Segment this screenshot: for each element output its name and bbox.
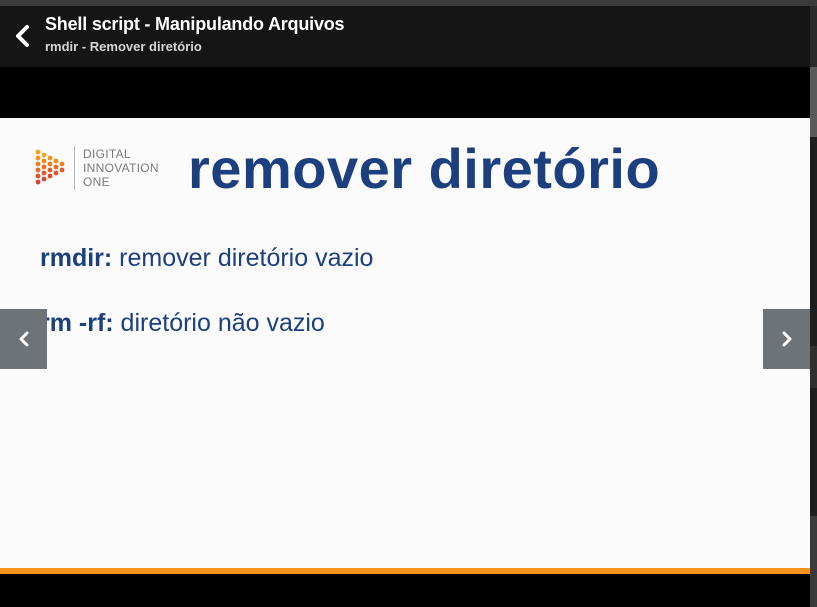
command-label: rm -rf: <box>40 309 114 337</box>
chevron-left-icon <box>16 25 29 47</box>
slide-item: rmdir: remover diretório vazio <box>40 244 373 273</box>
slide-content: DIGITAL INNOVATION ONE remover diretório… <box>0 118 810 568</box>
logo-mark-icon <box>35 149 65 185</box>
chevron-left-icon <box>19 331 28 347</box>
previous-slide-button[interactable] <box>0 309 47 369</box>
next-slide-button[interactable] <box>763 309 810 369</box>
slide-accent-bar <box>0 568 810 574</box>
slide-heading: remover diretório <box>188 137 661 200</box>
logo-divider <box>74 146 75 190</box>
slide-item: rm -rf: diretório não vazio <box>40 309 325 338</box>
logo-text: DIGITAL INNOVATION ONE <box>83 147 159 189</box>
lesson-subtitle: rmdir - Remover diretório <box>45 39 202 54</box>
command-description: diretório não vazio <box>113 309 325 337</box>
command-label: rmdir: <box>40 244 113 272</box>
back-button[interactable] <box>8 20 36 52</box>
scrollbar[interactable] <box>810 6 817 607</box>
player-header: Shell script - Manipulando Arquivos rmdi… <box>0 6 810 67</box>
command-description: remover diretório vazio <box>112 244 374 272</box>
digital-innovation-one-logo: DIGITAL INNOVATION ONE <box>34 146 184 190</box>
scrollbar-thumb[interactable] <box>810 67 817 137</box>
chevron-right-icon <box>782 331 791 347</box>
course-title: Shell script - Manipulando Arquivos <box>45 14 345 34</box>
